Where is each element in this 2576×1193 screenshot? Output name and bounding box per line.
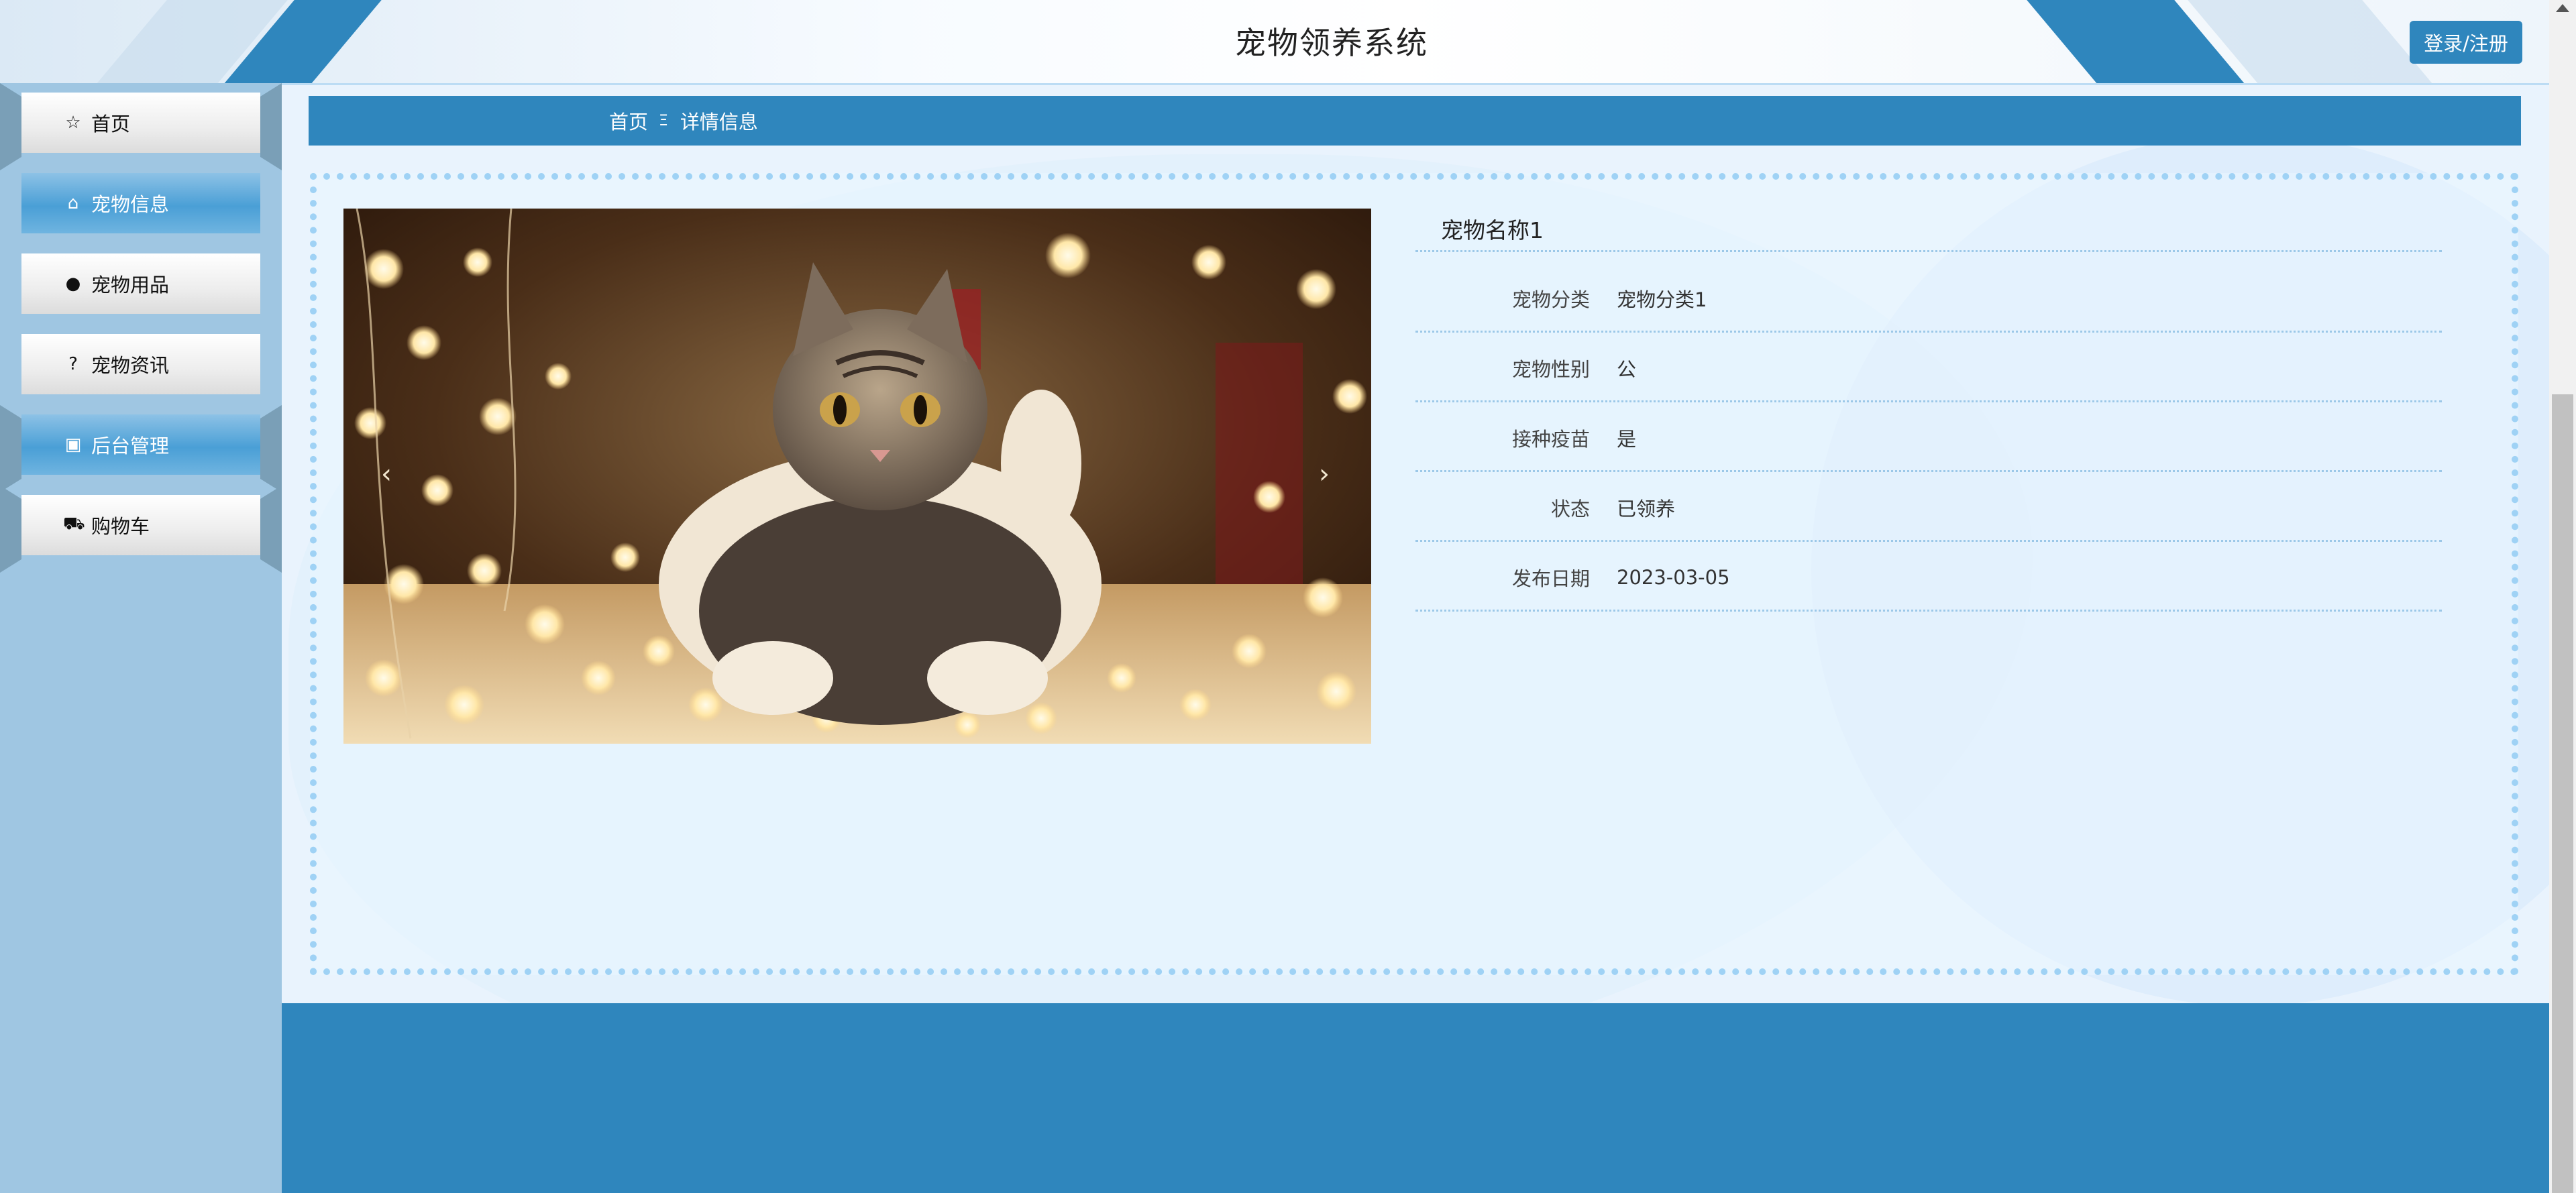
login-register-button[interactable]: 登录/注册 (2410, 21, 2522, 64)
detail-row-publish-date: 发布日期 2023-03-05 (1415, 545, 2442, 612)
sidebar-item-label: 宠物用品 (91, 274, 170, 296)
breadcrumb-separator: Ξ (659, 112, 668, 129)
pet-photo (343, 209, 1371, 744)
scrollbar-thumb[interactable] (2552, 394, 2573, 1193)
field-label: 接种疫苗 (1511, 427, 1590, 451)
footer (282, 1003, 2549, 1193)
info-circle-icon: ● (65, 274, 81, 294)
sidebar-item-cart[interactable]: ⛟ 购物车 (21, 495, 260, 555)
top-header: 宠物领养系统 登录/注册 (0, 0, 2549, 85)
sidebar-item-pet-news[interactable]: ? 宠物资讯 (21, 334, 260, 394)
sidebar-item-pet-supplies[interactable]: ● 宠物用品 (21, 253, 260, 314)
briefcase-icon: ▣ (64, 435, 82, 455)
sidebar-item-admin[interactable]: ▣ 后台管理 (21, 414, 260, 475)
sidebar-item-label: 首页 (91, 113, 131, 135)
question-circle-icon: ? (68, 354, 78, 374)
detail-row-gender: 宠物性别 公 (1415, 335, 2442, 402)
sidebar-item-label: 宠物资讯 (91, 354, 170, 377)
carousel-next-arrow[interactable]: › (1319, 459, 1330, 490)
field-label: 发布日期 (1511, 567, 1590, 590)
sidebar-item-pet-info[interactable]: ⌂ 宠物信息 (21, 173, 260, 233)
detail-row-vaccinated: 接种疫苗 是 (1415, 405, 2442, 472)
field-label: 宠物分类 (1511, 288, 1590, 311)
sidebar-item-label: 宠物信息 (91, 193, 170, 216)
sidebar-item-label: 后台管理 (91, 435, 170, 457)
field-label: 宠物性别 (1511, 357, 1590, 381)
breadcrumb: 首页 Ξ 详情信息 (309, 96, 2521, 146)
scroll-up-arrow-icon[interactable] (2556, 4, 2569, 12)
field-value: 2023-03-05 (1617, 565, 1730, 589)
bag-icon: ⌂ (67, 193, 79, 213)
star-icon: ☆ (65, 113, 81, 133)
breadcrumb-current: 详情信息 (680, 111, 758, 133)
breadcrumb-home-link[interactable]: 首页 (609, 107, 648, 135)
pet-name: 宠物名称1 (1415, 209, 2442, 252)
field-value: 公 (1617, 357, 1637, 381)
sidebar (0, 83, 282, 1193)
sidebar-item-home[interactable]: ☆ 首页 (21, 93, 260, 153)
cart-icon: ⛟ (63, 514, 85, 534)
site-title: 宠物领养系统 (1235, 25, 1428, 61)
detail-row-category: 宠物分类 宠物分类1 (1415, 266, 2442, 333)
field-value: 宠物分类1 (1617, 288, 1707, 311)
carousel-prev-arrow[interactable]: ‹ (381, 459, 392, 490)
vertical-scrollbar[interactable] (2549, 0, 2576, 1193)
pet-photo-carousel[interactable] (343, 209, 1371, 744)
sidebar-item-label: 购物车 (91, 515, 150, 538)
field-value: 是 (1617, 427, 1637, 451)
field-label: 状态 (1550, 497, 1590, 520)
field-value: 已领养 (1617, 497, 1676, 520)
detail-row-status: 状态 已领养 (1415, 475, 2442, 542)
